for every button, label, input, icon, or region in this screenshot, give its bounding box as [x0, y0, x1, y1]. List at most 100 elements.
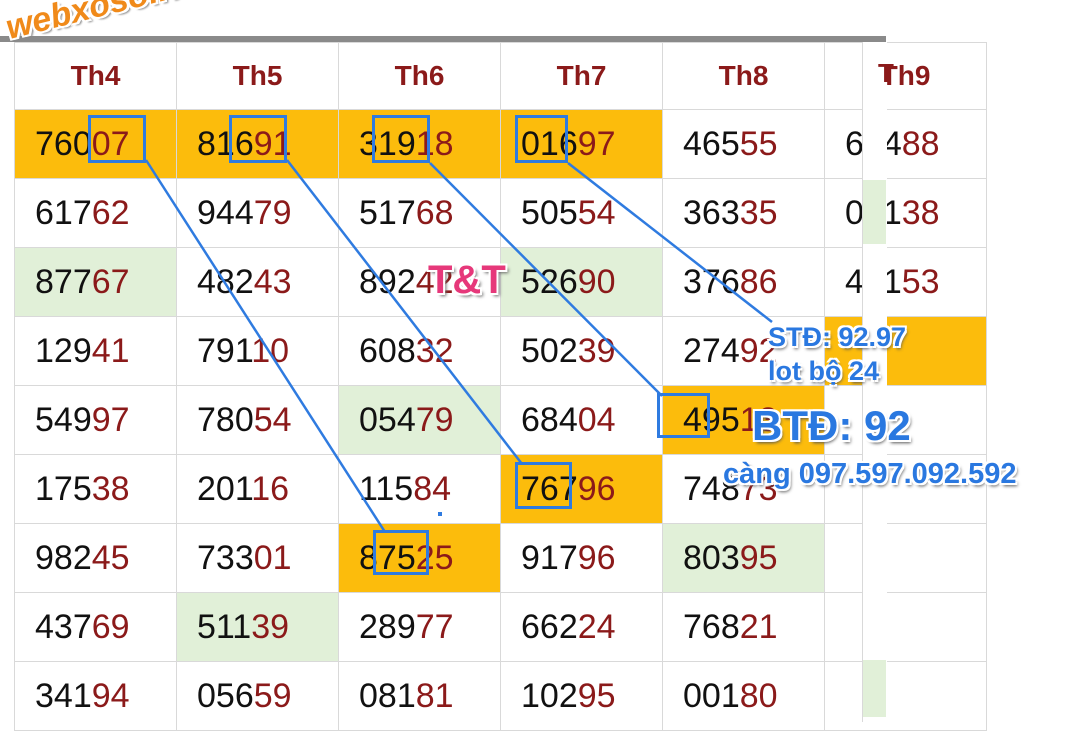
number-suffix: 04	[577, 400, 616, 439]
number-suffix: 41	[91, 331, 130, 370]
number-suffix: 16	[251, 469, 290, 508]
number-suffix: 88	[901, 124, 940, 163]
number-suffix: 81	[415, 676, 454, 715]
number-suffix: 96	[577, 538, 616, 577]
number-suffix: 67	[91, 262, 130, 301]
number-prefix: 482	[197, 262, 254, 301]
number-cell: 50239	[500, 316, 663, 386]
table-row: 43769 51139 28977 66224 76821	[14, 592, 987, 662]
number-cell: 50554	[500, 178, 663, 248]
number-prefix: 791	[197, 331, 252, 370]
highlight-box	[657, 393, 710, 438]
number-cell: 17538	[14, 454, 177, 524]
number-cell: 94479	[176, 178, 339, 248]
number-cell: 73301	[176, 523, 339, 593]
number-prefix: 549	[35, 400, 92, 439]
number-cell: 36335	[662, 178, 825, 248]
number-suffix: 59	[253, 676, 292, 715]
number-cell: 54997	[14, 385, 177, 455]
col-header: Th8	[662, 42, 825, 110]
number-cell: 48243	[176, 247, 339, 317]
highlight-box	[515, 115, 568, 163]
number-prefix: 526	[521, 262, 578, 301]
number-suffix: 77	[415, 607, 454, 646]
number-suffix: 54	[253, 400, 292, 439]
number-suffix: 54	[577, 193, 616, 232]
number-cell: 76821	[662, 592, 825, 662]
number-prefix: 760	[35, 124, 92, 163]
number-suffix: 35	[739, 193, 778, 232]
number-prefix: 502	[521, 331, 578, 370]
number-suffix: 94	[91, 676, 130, 715]
number-cell: 12941	[14, 316, 177, 386]
col-header: Th4	[14, 42, 177, 110]
number-cell: 46555	[662, 109, 825, 179]
number-prefix: 780	[197, 400, 254, 439]
number-cell: 87767	[14, 247, 177, 317]
number-cell: 20116	[176, 454, 339, 524]
number-suffix: 80	[739, 676, 778, 715]
number-suffix: 24	[577, 607, 616, 646]
number-cell: 68404	[500, 385, 663, 455]
number-prefix: 129	[35, 331, 92, 370]
number-cell: 34194	[14, 661, 177, 731]
cang-annotation: càng 097.597.092.592	[723, 458, 1017, 490]
number-cell: 52690	[500, 247, 663, 317]
number-cell: 11584	[338, 454, 501, 524]
number-suffix: 39	[577, 331, 616, 370]
number-cell: 51139	[176, 592, 339, 662]
number-suffix: 39	[251, 607, 290, 646]
number-cell: 79110	[176, 316, 339, 386]
number-suffix: 32	[415, 331, 454, 370]
number-cell: 80395	[662, 523, 825, 593]
number-suffix: 38	[91, 469, 130, 508]
number-prefix: 511	[197, 607, 252, 646]
tt-logo: T&T	[428, 258, 506, 302]
number-suffix: 69	[91, 607, 130, 646]
number-prefix: 341	[35, 676, 92, 715]
table-row: 98245 73301 87525 91796 80395	[14, 523, 987, 593]
table-row: 617629447951768505543633503138	[14, 178, 987, 248]
number-prefix: 376	[683, 262, 740, 301]
number-cell: 47153	[824, 247, 987, 317]
std-annotation: STĐ: 92.97	[768, 322, 907, 352]
number-prefix: 877	[35, 262, 92, 301]
number-cell	[824, 661, 987, 731]
number-suffix: 97	[577, 124, 616, 163]
number-cell: 05659	[176, 661, 339, 731]
number-prefix: 617	[35, 193, 92, 232]
number-suffix: 01	[253, 538, 292, 577]
number-cell: 28977	[338, 592, 501, 662]
number-suffix: 43	[253, 262, 292, 301]
number-prefix: 892	[359, 262, 416, 301]
col-header: Th9	[824, 42, 987, 110]
highlight-box	[515, 462, 572, 509]
number-prefix: 982	[35, 538, 92, 577]
number-prefix: 505	[521, 193, 578, 232]
col-header: Th6	[338, 42, 501, 110]
number-suffix: 79	[253, 193, 292, 232]
number-prefix: 289	[359, 607, 416, 646]
marker-dot	[438, 512, 442, 516]
number-cell: 37686	[662, 247, 825, 317]
number-cell: 66224	[500, 592, 663, 662]
number-prefix: 803	[683, 538, 740, 577]
number-cell: 03138	[824, 178, 987, 248]
col-header: Th7	[500, 42, 663, 110]
number-cell: 98245	[14, 523, 177, 593]
next-column-green-cell	[863, 660, 886, 717]
number-suffix: 45	[91, 538, 130, 577]
col-header: Th5	[176, 42, 339, 110]
number-suffix: 10	[251, 331, 290, 370]
btd-annotation: BTĐ: 92	[752, 402, 911, 449]
highlight-box	[229, 115, 287, 163]
number-cell: 43769	[14, 592, 177, 662]
number-cell: 60832	[338, 316, 501, 386]
number-prefix: 102	[521, 676, 578, 715]
number-prefix: 115	[359, 469, 414, 508]
number-suffix: 62	[91, 193, 130, 232]
number-suffix: 95	[577, 676, 616, 715]
number-prefix: 733	[197, 538, 254, 577]
number-suffix: 53	[901, 262, 940, 301]
number-prefix: 363	[683, 193, 740, 232]
